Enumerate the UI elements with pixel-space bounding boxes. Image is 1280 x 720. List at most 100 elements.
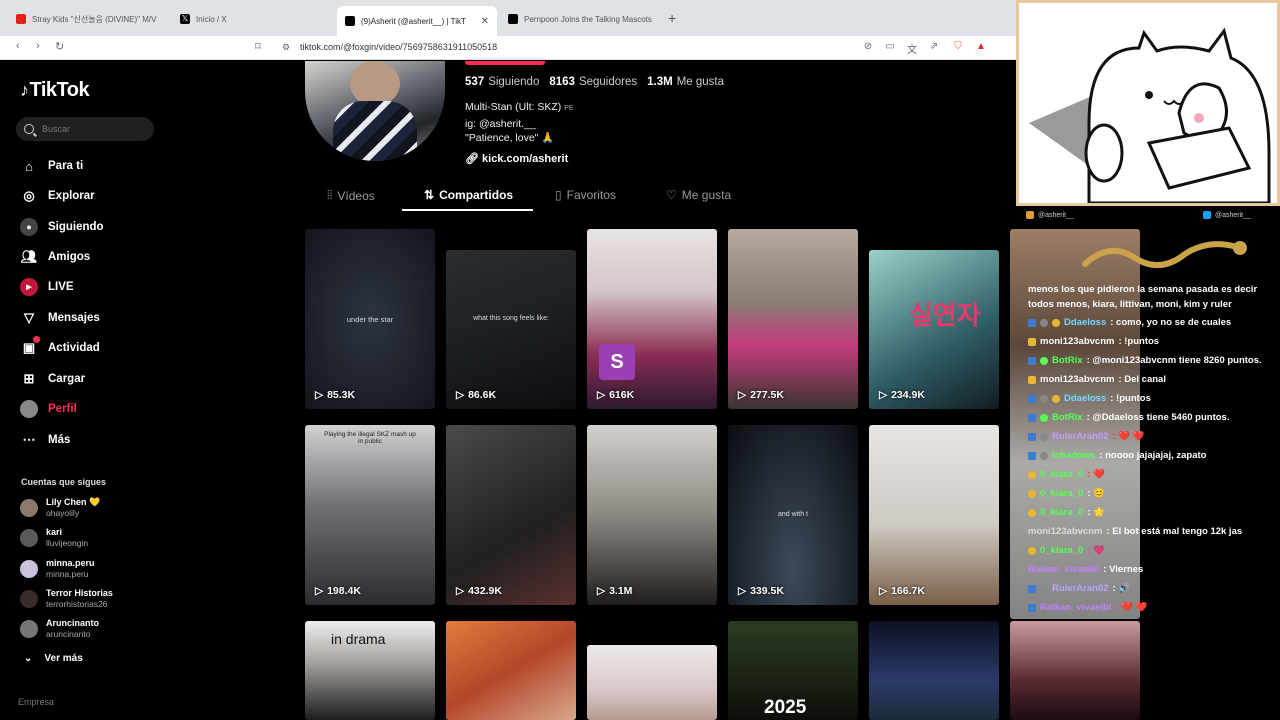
play-icon: ▷ — [738, 585, 747, 597]
rewards-icon[interactable]: ▲ — [975, 41, 987, 53]
follow-button-edge[interactable] — [465, 61, 545, 65]
bio-line: "Patience, love" 🙏 — [465, 132, 555, 144]
video-tile[interactable]: under the star ▷ 85.3K — [305, 229, 435, 409]
notification-dot — [33, 336, 40, 343]
stat-followers[interactable]: 8163 Seguidores — [549, 76, 637, 88]
badge-icon — [1028, 318, 1036, 327]
stat-following[interactable]: 537 Siguiendo — [465, 76, 539, 88]
profile-icon — [20, 400, 38, 418]
nav-perfil[interactable]: Perfil — [20, 400, 77, 418]
search-box[interactable] — [16, 117, 154, 141]
nav-amigos[interactable]: 👥︎ Amigos — [20, 248, 90, 266]
browser-tab[interactable]: 𝕏 Inicio / X — [172, 8, 337, 30]
tab-compartidos[interactable]: ⇅ Compartidos — [424, 188, 513, 202]
video-tile[interactable]: ▷ 3.1M — [587, 425, 717, 605]
tab-title: Stray Kids "신선놀음 (DIVINE)" M/V — [32, 14, 157, 24]
views-value: 85.3K — [327, 389, 356, 401]
search-input[interactable] — [42, 124, 132, 134]
following-account[interactable]: minna.peru minna.peru — [20, 558, 95, 580]
chat-message: moni123abvcnm: !puntos — [1028, 336, 1159, 347]
close-icon[interactable]: ✕ — [481, 16, 489, 27]
video-tile[interactable]: what this song feels like: ▷ 86.6K — [446, 250, 576, 409]
view-count: ▷ 234.9K — [879, 389, 925, 401]
active-tab-indicator — [402, 209, 533, 211]
following-account[interactable]: Aruncinanto aruncinanto — [20, 618, 99, 640]
account-handle: terrorhistorias26 — [46, 599, 108, 609]
back-icon[interactable]: ‹ — [16, 40, 20, 52]
video-tile[interactable]: 실연자 ▷ 234.9K — [869, 250, 999, 409]
dragon-body — [1082, 241, 1243, 268]
no-track-icon[interactable]: ⊘ — [862, 41, 874, 53]
tab-videos[interactable]: ⦙⦙ Vídeos — [327, 188, 375, 203]
video-tile[interactable] — [446, 621, 576, 720]
chat-text: : 💗 — [1087, 545, 1105, 556]
chat-message: Ralkan_vivaelbl: Viernes — [1028, 564, 1143, 575]
badge-icon — [1028, 603, 1036, 612]
video-caption: Playing the illegal SKZ mash up in publi… — [324, 431, 416, 445]
video-tile[interactable]: 2025 — [728, 621, 858, 720]
forward-icon[interactable]: › — [36, 40, 40, 52]
nav-explorar[interactable]: ◎ Explorar — [20, 187, 94, 205]
chat-text: : El bot está mal tengo 12k jas — [1106, 526, 1243, 537]
new-tab-button[interactable]: + — [668, 10, 676, 26]
video-tile[interactable] — [587, 645, 717, 720]
share-icon[interactable]: ⇗ — [928, 41, 940, 53]
following-account[interactable]: Terror Historias terrorhistorias26 — [20, 588, 113, 610]
view-count: ▷ 277.5K — [738, 389, 784, 401]
video-tile[interactable]: ▷ 277.5K — [728, 229, 858, 409]
nav-label: Para ti — [48, 160, 84, 172]
translate-icon[interactable]: 文 — [906, 41, 918, 56]
chat-user: moni123abvcnm — [1040, 336, 1115, 347]
chat-text: : 🌟 — [1087, 507, 1105, 518]
tab-title: Inicio / X — [196, 14, 227, 24]
chat-message: moni123abvcnm: El bot está mal tengo 12k… — [1028, 526, 1242, 537]
tab-label: Me gusta — [681, 188, 732, 202]
video-tile[interactable]: and with t ▷ 339.5K — [728, 425, 858, 605]
browser-tab[interactable]: Stray Kids "신선놀음 (DIVINE)" M/V — [8, 8, 173, 30]
chat-user: Ichadows — [1052, 450, 1096, 461]
nav-siguiendo[interactable]: ● Siguiendo — [20, 218, 104, 236]
bio-line: Multi-Stan (Ult: SKZ) — [465, 101, 562, 113]
see-more-button[interactable]: ⌄ Ver más — [24, 653, 83, 664]
tab-label: Compartidos — [439, 188, 514, 202]
nav-mensajes[interactable]: ▽ Mensajes — [20, 309, 100, 327]
browser-tab[interactable]: Pernpoon Joins the Talking Mascots — [500, 8, 660, 30]
following-account[interactable]: Lily Chen 💛 ohayolily — [20, 497, 100, 519]
chat-user: Ddaeloss — [1064, 393, 1107, 404]
video-tile[interactable]: S ▷ 616K — [587, 229, 717, 409]
bookmark-icon[interactable]: ⌑ — [255, 40, 261, 53]
views-value: 86.6K — [468, 389, 497, 401]
footer-empresa[interactable]: Empresa — [18, 697, 54, 707]
profile-link[interactable]: 🔗︎ kick.com/asherit — [465, 152, 568, 165]
video-tile[interactable] — [869, 621, 999, 720]
chat-message: moni123abvcnm: Del canal — [1028, 374, 1166, 385]
chat-user: Ralkan_vivaelbl — [1040, 602, 1112, 613]
nav-actividad[interactable]: ▣ Actividad — [20, 336, 100, 357]
badge-icon — [1028, 375, 1036, 384]
video-tile[interactable]: Playing the illegal SKZ mash up in publi… — [305, 425, 435, 605]
tab-favoritos[interactable]: ▯ Favoritos — [555, 188, 616, 202]
activity-icon: ▣ — [20, 336, 40, 357]
stat-value: 1.3M — [647, 76, 673, 88]
tab-label: Vídeos — [337, 188, 375, 203]
nav-live[interactable]: ▶ LIVE — [20, 278, 74, 296]
badge-icon — [1028, 584, 1036, 593]
tiktok-logo[interactable]: ♪TikTok — [20, 79, 90, 102]
nav-cargar[interactable]: ⊞ Cargar — [20, 370, 86, 388]
video-tile[interactable]: ▷ 166.7K — [869, 425, 999, 605]
video-tile[interactable] — [1010, 621, 1140, 720]
nav-mas[interactable]: ⋯ Más — [20, 431, 71, 449]
screen-icon[interactable]: ▭ — [884, 41, 896, 53]
url-field[interactable]: tiktok.com/@foxgin/video/756975863191105… — [300, 42, 497, 52]
video-caption: S — [599, 344, 635, 380]
tab-me-gusta[interactable]: ♡ Me gusta — [666, 188, 731, 202]
site-info-icon[interactable]: ⚙ — [282, 42, 290, 53]
following-account[interactable]: kari lluvijeongin — [20, 527, 88, 549]
nav-para-ti[interactable]: ⌂ Para ti — [20, 157, 83, 175]
video-tile[interactable]: in drama — [305, 621, 435, 720]
brave-shield-icon[interactable]: ⛉ — [952, 41, 964, 53]
video-tile[interactable]: ▷ 432.9K — [446, 425, 576, 605]
reload-icon[interactable]: ↻ — [55, 40, 64, 53]
browser-tab-active[interactable]: (9)Asherit (@asherit__) | TikT ✕ — [337, 6, 497, 36]
flag-icon: PE — [564, 105, 574, 112]
